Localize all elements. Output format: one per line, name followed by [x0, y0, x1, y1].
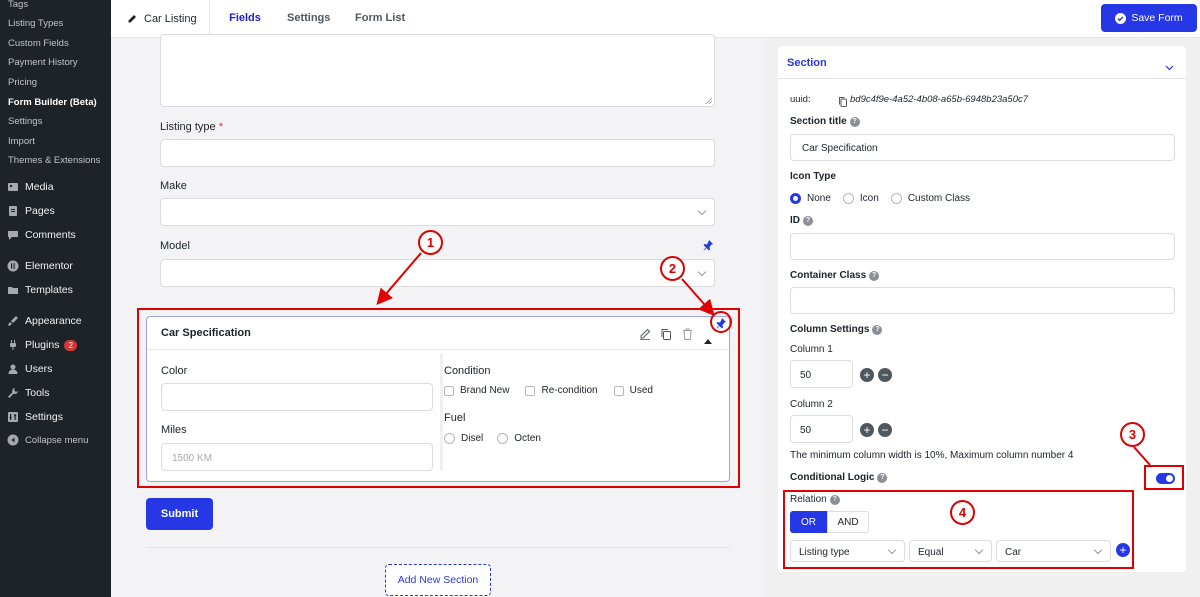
annotation-line-3 [1133, 446, 1151, 466]
annotation-arrow-1 [376, 252, 422, 306]
annotation-marker-1: 1 [418, 230, 443, 255]
annotation-marker-4: 4 [950, 500, 975, 525]
annotation-box-section [137, 308, 740, 488]
annotation-marker-3: 3 [1120, 422, 1145, 447]
annotation-box-toggle [1144, 465, 1184, 490]
pin-icon[interactable] [716, 316, 726, 334]
annotation-marker-2: 2 [660, 256, 685, 281]
annotation-circle-pin [710, 311, 732, 333]
